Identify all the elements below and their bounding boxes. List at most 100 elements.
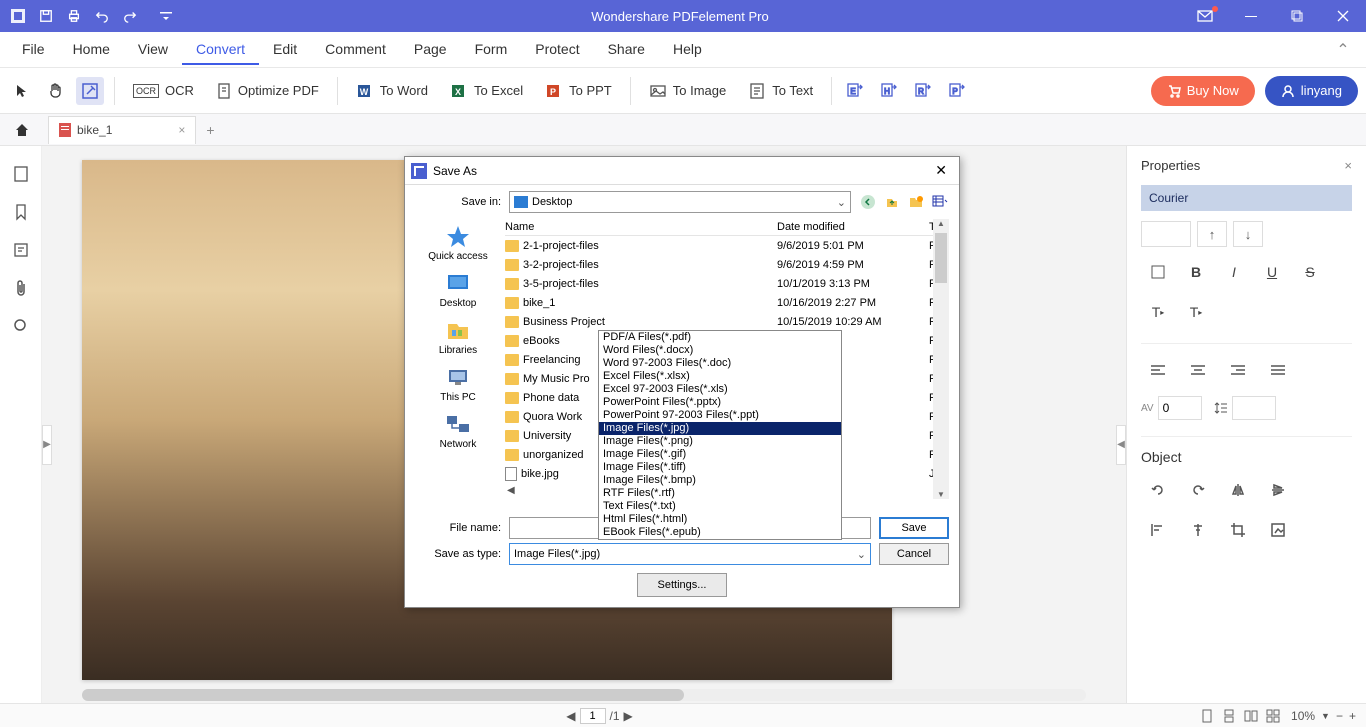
nav-up-icon[interactable] <box>883 193 901 211</box>
new-tab-button[interactable]: + <box>206 122 214 138</box>
convert-h-icon[interactable]: H <box>876 77 904 105</box>
file-type-option[interactable]: Image Files(*.bmp) <box>599 474 841 487</box>
dialog-close-icon[interactable]: ✕ <box>929 162 953 179</box>
save-icon[interactable] <box>34 4 58 28</box>
align-left-icon[interactable] <box>1141 356 1175 386</box>
collapse-left-icon[interactable]: ▶ <box>42 425 52 465</box>
file-type-option[interactable]: Html Files(*.html) <box>599 513 841 526</box>
to-excel-button[interactable]: XTo Excel <box>442 78 531 104</box>
place-quick-access[interactable]: Quick access <box>428 223 487 262</box>
file-type-option[interactable]: Excel Files(*.xlsx) <box>599 370 841 383</box>
place-desktop[interactable]: Desktop <box>440 270 477 309</box>
undo-icon[interactable] <box>90 4 114 28</box>
column-name[interactable]: Name <box>505 221 777 233</box>
view-facing-continuous-icon[interactable] <box>1265 708 1281 724</box>
rotate-right-icon[interactable] <box>1181 475 1215 505</box>
bookmarks-icon[interactable] <box>11 202 31 222</box>
edit-tool-icon[interactable] <box>76 77 104 105</box>
nav-back-icon[interactable] <box>859 193 877 211</box>
page-number-input[interactable] <box>580 708 606 724</box>
thumbnails-icon[interactable] <box>11 164 31 184</box>
properties-close-icon[interactable]: × <box>1344 158 1352 173</box>
file-type-dropdown[interactable]: PDF/A Files(*.pdf)Word Files(*.docx)Word… <box>598 330 842 540</box>
redo-icon[interactable] <box>118 4 142 28</box>
strikethrough-button[interactable]: S <box>1293 257 1327 287</box>
menu-share[interactable]: Share <box>594 35 659 65</box>
align-justify-icon[interactable] <box>1261 356 1295 386</box>
flip-vertical-icon[interactable] <box>1261 475 1295 505</box>
search-icon[interactable] <box>11 316 31 336</box>
align-right-icon[interactable] <box>1221 356 1255 386</box>
color-swatch-button[interactable] <box>1141 257 1175 287</box>
file-row[interactable]: 2-1-project-files9/6/2019 5:01 PMFil <box>505 236 949 255</box>
select-tool-icon[interactable] <box>8 77 36 105</box>
page-next-icon[interactable]: ▶ <box>624 709 633 723</box>
close-button[interactable] <box>1320 0 1366 32</box>
menu-form[interactable]: Form <box>461 35 522 65</box>
file-row[interactable]: 3-2-project-files9/6/2019 4:59 PMFil <box>505 255 949 274</box>
file-type-option[interactable]: PowerPoint Files(*.pptx) <box>599 396 841 409</box>
place-network[interactable]: Network <box>440 411 477 450</box>
settings-button[interactable]: Settings... <box>637 573 727 597</box>
file-type-option[interactable]: PowerPoint 97-2003 Files(*.ppt) <box>599 409 841 422</box>
horizontal-scrollbar[interactable] <box>82 689 1086 701</box>
font-size-select[interactable] <box>1141 221 1191 247</box>
line-spacing-input[interactable] <box>1214 396 1276 420</box>
file-type-option[interactable]: PDF/A Files(*.pdf) <box>599 331 841 344</box>
ocr-button[interactable]: OCROCR <box>125 79 202 102</box>
align-objects-left-icon[interactable] <box>1141 515 1175 545</box>
menu-convert[interactable]: Convert <box>182 35 259 65</box>
file-type-option[interactable]: EBook Files(*.epub) <box>599 526 841 539</box>
comments-icon[interactable] <box>11 240 31 260</box>
hand-tool-icon[interactable] <box>42 77 70 105</box>
minimize-button[interactable] <box>1228 0 1274 32</box>
quick-access-dropdown-icon[interactable] <box>154 4 178 28</box>
crop-icon[interactable] <box>1221 515 1255 545</box>
subscript-button[interactable]: T▸ <box>1179 297 1213 327</box>
to-ppt-button[interactable]: PTo PPT <box>537 78 620 104</box>
maximize-button[interactable] <box>1274 0 1320 32</box>
font-size-down-icon[interactable]: ↓ <box>1233 221 1263 247</box>
file-type-option[interactable]: Word 97-2003 Files(*.doc) <box>599 357 841 370</box>
file-type-option[interactable]: RTF Files(*.rtf) <box>599 487 841 500</box>
new-folder-icon[interactable] <box>907 193 925 211</box>
file-type-option[interactable]: Image Files(*.gif) <box>599 448 841 461</box>
file-type-option[interactable]: Text Files(*.txt) <box>599 500 841 513</box>
menu-comment[interactable]: Comment <box>311 35 400 65</box>
app-logo-icon[interactable] <box>6 4 30 28</box>
file-row[interactable]: 3-5-project-files10/1/2019 3:13 PMFil <box>505 274 949 293</box>
attachments-icon[interactable] <box>11 278 31 298</box>
align-objects-center-icon[interactable] <box>1181 515 1215 545</box>
font-family-select[interactable] <box>1141 185 1352 211</box>
underline-button[interactable]: U <box>1255 257 1289 287</box>
collapse-right-icon[interactable]: ◀ <box>1116 425 1126 465</box>
extract-icon[interactable] <box>1261 515 1295 545</box>
view-facing-icon[interactable] <box>1243 708 1259 724</box>
file-type-option[interactable]: Image Files(*.tiff) <box>599 461 841 474</box>
home-icon[interactable] <box>8 116 36 144</box>
menu-page[interactable]: Page <box>400 35 461 65</box>
menu-protect[interactable]: Protect <box>521 35 593 65</box>
align-center-icon[interactable] <box>1181 356 1215 386</box>
superscript-button[interactable]: T▸ <box>1141 297 1175 327</box>
char-spacing-input[interactable]: AV <box>1141 396 1202 420</box>
column-date[interactable]: Date modified <box>777 221 929 233</box>
file-row[interactable]: bike_110/16/2019 2:27 PMFil <box>505 293 949 312</box>
font-size-up-icon[interactable]: ↑ <box>1197 221 1227 247</box>
document-tab[interactable]: bike_1 × <box>48 116 196 144</box>
bold-button[interactable]: B <box>1179 257 1213 287</box>
file-type-option[interactable]: Image Files(*.jpg) <box>599 422 841 435</box>
italic-button[interactable]: I <box>1217 257 1251 287</box>
page-prev-icon[interactable]: ◀ <box>566 709 575 723</box>
user-account-button[interactable]: linyang <box>1265 76 1358 106</box>
tab-close-icon[interactable]: × <box>178 123 185 137</box>
convert-p-icon[interactable]: P <box>944 77 972 105</box>
cancel-button[interactable]: Cancel <box>879 543 949 565</box>
save-as-type-select[interactable]: Image Files(*.jpg) ⌄ <box>509 543 871 565</box>
optimize-pdf-button[interactable]: Optimize PDF <box>208 78 327 104</box>
zoom-in-icon[interactable]: + <box>1349 709 1356 723</box>
save-in-select[interactable]: Desktop ⌄ <box>509 191 851 213</box>
flip-horizontal-icon[interactable] <box>1221 475 1255 505</box>
menu-help[interactable]: Help <box>659 35 716 65</box>
convert-e-icon[interactable]: E <box>842 77 870 105</box>
